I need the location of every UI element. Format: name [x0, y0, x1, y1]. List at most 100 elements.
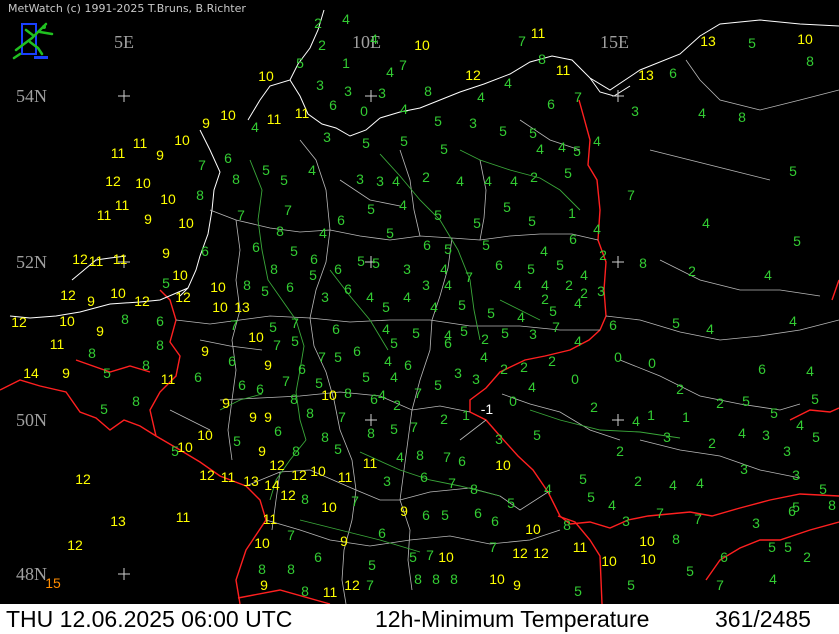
station-value: 6: [474, 505, 482, 521]
station-value: 7: [237, 207, 245, 223]
station-value: 4: [370, 31, 378, 47]
station-value: 3: [454, 365, 462, 381]
station-value: 13: [243, 473, 259, 489]
station-value: 4: [789, 313, 797, 329]
station-value: 10: [601, 553, 617, 569]
station-value: 8: [306, 405, 314, 421]
station-value: 4: [384, 353, 392, 369]
station-value: 5: [400, 133, 408, 149]
station-value: 8: [639, 255, 647, 271]
station-value: 4: [593, 221, 601, 237]
station-value: 3: [597, 283, 605, 299]
lat-label-48n: 48N: [16, 564, 47, 584]
grid-markers: [118, 90, 624, 580]
station-value: 4: [558, 139, 566, 155]
station-value: 8: [258, 561, 266, 577]
station-value: 2: [541, 291, 549, 307]
station-value: 11: [50, 336, 65, 352]
temperature-map: 5E 10E 15E 54N 52N 50N 48N 2 4 2 5 1 4 10 7 11 8 1…: [0, 0, 839, 604]
station-value: 5: [784, 539, 792, 555]
station-value: 3: [752, 515, 760, 531]
station-value: 8: [416, 447, 424, 463]
station-value: 7: [694, 511, 702, 527]
station-value: 8: [88, 345, 96, 361]
lon-label-5e: 5E: [114, 32, 134, 52]
station-value: 6: [353, 343, 361, 359]
station-value: 5: [386, 225, 394, 241]
station-value: 4: [440, 261, 448, 277]
station-value: 4: [593, 133, 601, 149]
station-value: 2: [314, 15, 322, 31]
footer-datetime: THU 12.06.2025 06:00 UTC: [6, 606, 293, 632]
station-value: 7: [399, 57, 407, 73]
station-value: 6: [201, 243, 209, 259]
station-value: 2: [634, 473, 642, 489]
station-value: 10: [321, 387, 337, 403]
station-value: 4: [528, 379, 536, 395]
station-value: 6: [238, 377, 246, 393]
station-value: 5: [579, 471, 587, 487]
station-value: 1: [682, 409, 690, 425]
station-value: 9: [249, 409, 257, 425]
station-value: 10: [254, 535, 270, 551]
station-value: 4: [504, 75, 512, 91]
station-value: 4: [632, 413, 640, 429]
station-value: 7: [489, 539, 497, 555]
station-value: 11: [263, 511, 278, 527]
station-value: 3: [762, 427, 770, 443]
station-value: 7: [465, 269, 473, 285]
station-value: 6: [378, 525, 386, 541]
station-value: 11: [556, 62, 571, 78]
station-value: 0: [614, 349, 622, 365]
station-value: 4: [806, 363, 814, 379]
station-value: 10: [59, 313, 75, 329]
station-value: 4: [769, 571, 777, 587]
station-value: 5: [444, 241, 452, 257]
station-value: 4: [517, 309, 525, 325]
station-value: 5: [434, 113, 442, 129]
station-value: 6: [256, 381, 264, 397]
lat-label-50n: 50N: [16, 410, 47, 430]
station-value: 8: [270, 261, 278, 277]
station-value: 6: [252, 239, 260, 255]
station-value: 4: [477, 89, 485, 105]
station-value: 4: [399, 197, 407, 213]
station-value: 8: [287, 561, 295, 577]
station-value: 2: [500, 361, 508, 377]
station-value: 8: [432, 571, 440, 587]
station-value: 4: [382, 321, 390, 337]
station-value: 7: [552, 319, 560, 335]
station-value: 11: [115, 197, 130, 213]
station-value: 4: [696, 475, 704, 491]
station-value: 9: [264, 409, 272, 425]
station-value: 5: [789, 163, 797, 179]
station-value: 2: [422, 169, 430, 185]
station-value: 5: [309, 267, 317, 283]
station-value: 8: [450, 571, 458, 587]
station-value: 3: [344, 83, 352, 99]
station-value: 8: [132, 393, 140, 409]
station-value: 7: [338, 409, 346, 425]
station-value: 4: [574, 295, 582, 311]
station-value: 4: [540, 243, 548, 259]
station-value: 1: [462, 407, 470, 423]
station-value: 12: [134, 293, 150, 309]
station-value: 5: [372, 255, 380, 271]
station-value: 10: [321, 499, 337, 515]
station-value: 2: [440, 411, 448, 427]
station-value: 11: [323, 584, 338, 600]
station-value: 6: [720, 549, 728, 565]
station-value: 5: [812, 429, 820, 445]
station-value: 10: [135, 175, 151, 191]
station-value: 8: [470, 481, 478, 497]
station-value: 4: [444, 277, 452, 293]
station-value: 2: [393, 397, 401, 413]
station-value: 8: [232, 171, 240, 187]
station-value: 15: [45, 575, 61, 591]
station-value: 4: [669, 477, 677, 493]
station-value: 10: [160, 191, 176, 207]
station-value: 5: [793, 233, 801, 249]
station-value: 8: [276, 223, 284, 239]
station-value: 7: [627, 187, 635, 203]
footer-title: 12h-Minimum Temperature: [375, 606, 650, 632]
